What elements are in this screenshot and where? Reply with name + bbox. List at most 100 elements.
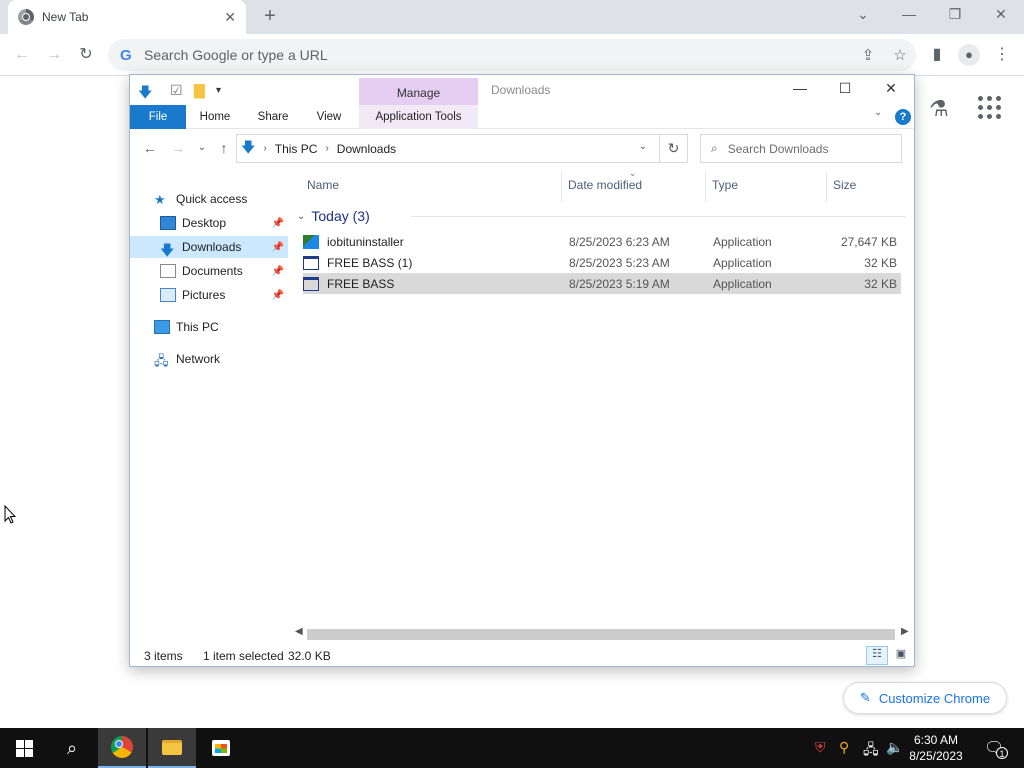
file-name: iobituninstaller — [327, 234, 404, 249]
sidebar-item-network[interactable]: 🖧 Network — [154, 348, 284, 370]
start-button[interactable] — [0, 728, 48, 768]
taskbar-store-button[interactable] — [197, 728, 245, 768]
taskbar-search-icon[interactable]: ⌕ — [48, 728, 96, 768]
computer-icon — [154, 320, 170, 334]
sidebar-item-quick-access[interactable]: ★ Quick access — [154, 188, 284, 210]
customize-chrome-button[interactable]: ✎ Customize Chrome — [843, 682, 1007, 714]
ribbon-tab-home[interactable]: Home — [192, 105, 238, 129]
chrome-menu-icon[interactable]: ⋮ — [990, 43, 1014, 67]
omnibox-input[interactable] — [144, 47, 852, 63]
column-header-size[interactable]: Size — [833, 178, 856, 196]
column-divider[interactable] — [826, 172, 827, 202]
pin-icon[interactable]: 📌 — [272, 242, 284, 253]
search-tool-icon[interactable]: ⚲ — [839, 739, 849, 756]
breadcrumb-downloads[interactable]: Downloads — [337, 142, 396, 156]
breadcrumb-chevron-icon[interactable]: › — [263, 143, 266, 154]
column-divider[interactable] — [705, 172, 706, 202]
tab-new-tab[interactable]: New Tab ✕ — [8, 0, 246, 34]
qat-dropdown-icon[interactable]: ▾ — [216, 85, 221, 96]
refresh-button[interactable]: ↻ — [659, 134, 688, 163]
chrome-toolbar: ← → ↻ G ⇪ ☆ ▮ ● ⋮ — [0, 34, 1024, 76]
file-row-free-bass-1[interactable]: FREE BASS (1) 8/25/2023 5:23 AM Applicat… — [303, 252, 901, 273]
sidebar-item-pictures[interactable]: Pictures 📌 — [160, 284, 288, 306]
bookmark-star-icon[interactable]: ☆ — [884, 46, 916, 64]
ribbon-tab-file[interactable]: File — [130, 105, 186, 129]
reload-button[interactable]: ↻ — [74, 43, 98, 67]
pin-icon[interactable]: 📌 — [272, 290, 284, 301]
omnibox[interactable]: G ⇪ ☆ — [108, 39, 916, 71]
pencil-icon: ✎ — [859, 690, 871, 705]
details-view-icon[interactable]: ☷ — [866, 646, 888, 665]
sidebar-item-documents[interactable]: Documents 📌 — [160, 260, 288, 282]
collapse-chevron-icon[interactable]: ⌄ — [297, 211, 305, 222]
security-shield-icon[interactable]: ⛨ — [815, 739, 826, 756]
group-header-label: Today (3) — [311, 208, 370, 224]
sidebar-item-label: Downloads — [182, 240, 242, 254]
taskbar-chrome-button[interactable] — [98, 728, 146, 768]
address-history-dropdown-icon[interactable]: ⌄ — [639, 141, 647, 152]
explorer-navigation-bar: ← → ⌄ ↑ 🡇 › This PC › Downloads ⌄ ↻ ⌕ — [130, 130, 914, 168]
breadcrumb-chevron-icon[interactable]: › — [325, 143, 328, 154]
column-header-type[interactable]: Type — [712, 178, 738, 196]
side-panel-icon[interactable]: ▮ — [925, 43, 949, 67]
group-header-today[interactable]: ⌄ Today (3) — [297, 208, 370, 224]
volume-icon[interactable]: 🔈 — [886, 739, 903, 756]
search-input[interactable] — [727, 141, 878, 156]
scroll-left-icon[interactable]: ◀ — [295, 626, 303, 637]
horizontal-scrollbar[interactable]: ◀ ▶ — [291, 626, 913, 642]
ribbon-tab-application-tools[interactable]: Application Tools — [359, 105, 478, 129]
ribbon-expand-icon[interactable]: ⌄ — [874, 107, 882, 118]
ribbon-tab-share[interactable]: Share — [250, 105, 296, 129]
column-header-date-modified[interactable]: Date modified — [568, 178, 642, 196]
manage-context-tab[interactable]: Manage — [359, 78, 478, 105]
file-type: Application — [713, 255, 772, 270]
explorer-minimize-button[interactable]: — — [785, 80, 815, 96]
share-icon[interactable]: ⇪ — [852, 46, 884, 64]
file-row-free-bass[interactable]: FREE BASS 8/25/2023 5:19 AM Application … — [303, 273, 901, 294]
help-icon[interactable]: ? — [895, 109, 911, 125]
profile-avatar-icon[interactable]: ● — [958, 44, 980, 66]
system-clock[interactable]: 6:30 AM 8/25/2023 — [905, 732, 967, 764]
up-one-level-button[interactable]: ↑ — [214, 140, 234, 156]
sidebar-item-this-pc[interactable]: This PC — [154, 316, 284, 338]
sidebar-item-label: Pictures — [182, 288, 226, 302]
back-button[interactable]: ← — [10, 43, 34, 67]
taskbar-file-explorer-button[interactable] — [148, 728, 196, 768]
network-tray-icon[interactable]: 🖧 — [863, 739, 879, 763]
column-divider[interactable] — [561, 172, 562, 202]
new-tab-button[interactable]: + — [258, 5, 282, 29]
forward-button[interactable]: → — [42, 43, 66, 67]
scroll-right-icon[interactable]: ▶ — [901, 626, 909, 637]
restore-button[interactable]: ❐ — [940, 6, 970, 26]
pin-icon[interactable]: 📌 — [272, 218, 284, 229]
breadcrumb-this-pc[interactable]: This PC — [275, 142, 318, 156]
labs-flask-icon[interactable]: ⚗ — [929, 96, 949, 122]
column-header-name[interactable]: Name — [307, 178, 339, 196]
ribbon-tab-view[interactable]: View — [306, 105, 352, 129]
new-folder-icon[interactable]: ▇ — [194, 82, 205, 99]
search-box[interactable]: ⌕ — [700, 134, 902, 163]
tab-close-icon[interactable]: ✕ — [224, 9, 236, 26]
sidebar-item-downloads[interactable]: 🡇 Downloads 📌 — [130, 236, 288, 258]
explorer-ribbon: File Home Share View Application Tools ⌄… — [130, 105, 914, 129]
sidebar-item-label: Desktop — [182, 216, 227, 230]
pin-icon[interactable]: 📌 — [272, 266, 284, 277]
explorer-back-button[interactable]: ← — [140, 140, 160, 156]
file-date: 8/25/2023 6:23 AM — [569, 234, 670, 249]
explorer-close-button[interactable]: ✕ — [876, 80, 906, 97]
scrollbar-thumb[interactable] — [307, 629, 895, 640]
properties-icon[interactable]: ☑ — [170, 82, 183, 99]
file-row-iobituninstaller[interactable]: iobituninstaller 8/25/2023 6:23 AM Appli… — [303, 231, 901, 252]
recent-locations-icon[interactable]: ⌄ — [192, 142, 212, 153]
google-apps-icon[interactable] — [978, 96, 1002, 120]
explorer-maximize-button[interactable]: ☐ — [830, 80, 860, 97]
sidebar-item-desktop[interactable]: Desktop 📌 — [160, 212, 288, 234]
large-icons-view-icon[interactable]: ▣ — [890, 646, 912, 665]
tab-search-icon[interactable]: ⌄ — [848, 6, 878, 26]
status-item-count: 3 items — [144, 649, 183, 663]
minimize-button[interactable]: — — [894, 6, 924, 26]
close-button[interactable]: ✕ — [986, 6, 1016, 26]
clock-time: 6:30 AM — [913, 733, 959, 747]
explorer-forward-button[interactable]: → — [168, 140, 188, 156]
address-bar[interactable]: 🡇 › This PC › Downloads ⌄ — [236, 134, 688, 163]
